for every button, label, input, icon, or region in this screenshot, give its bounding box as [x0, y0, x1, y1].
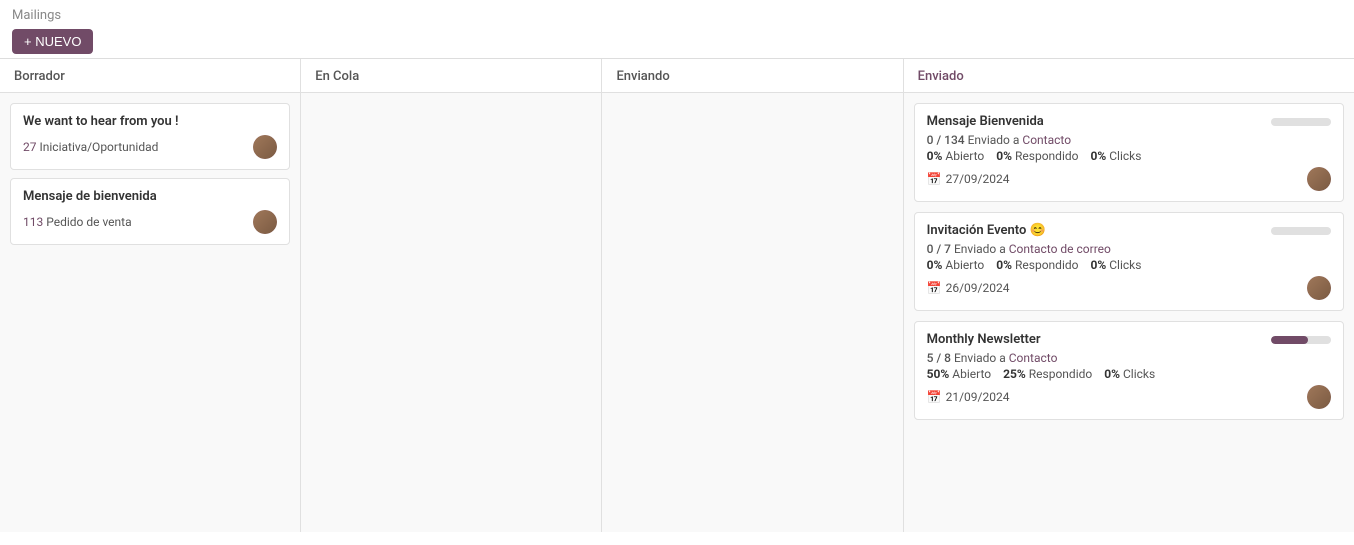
card-footer: 📅 21/09/2024: [927, 385, 1331, 409]
column-enviado: Enviado Mensaje Bienvenida 0 / 134 Enviado…: [904, 59, 1354, 532]
column-header-enviando: Enviando: [602, 59, 902, 93]
card-meta: 27 Iniciativa/Oportunidad: [23, 135, 277, 159]
sent-info: 5 / 8 Enviado a Contacto: [927, 351, 1331, 365]
column-en-cola: En Cola: [301, 59, 602, 532]
card-meta: 113 Pedido de venta: [23, 210, 277, 234]
kanban-board: Borrador We want to hear from you ! 27 Ini…: [0, 59, 1354, 532]
card-title: We want to hear from you !: [23, 114, 277, 129]
avatar: [1307, 167, 1331, 191]
card-title: Mensaje de bienvenida: [23, 189, 277, 204]
card-date: 📅 21/09/2024: [927, 390, 1010, 404]
page-header: Mailings + NUEVO: [0, 0, 1354, 59]
respondido-stat: 0% Respondido: [996, 258, 1078, 272]
abierto-stat: 0% Abierto: [927, 149, 985, 163]
enviado-card-title: Invitación Evento 😊: [927, 223, 1046, 238]
progress-bar-container: [1271, 336, 1331, 344]
enviado-card-header: Monthly Newsletter: [927, 332, 1331, 347]
column-body-enviando: [602, 93, 902, 532]
enviado-card[interactable]: Mensaje Bienvenida 0 / 134 Enviado a Cont…: [914, 103, 1344, 202]
column-body-enviado: Mensaje Bienvenida 0 / 134 Enviado a Cont…: [904, 93, 1354, 532]
mailing-card[interactable]: We want to hear from you ! 27 Iniciativa/…: [10, 103, 290, 170]
column-enviando: Enviando: [602, 59, 903, 532]
calendar-icon: 📅: [927, 281, 942, 295]
enviado-card[interactable]: Invitación Evento 😊 0 / 7 Enviado a Conta…: [914, 212, 1344, 311]
column-body-borrador: We want to hear from you ! 27 Iniciativa/…: [0, 93, 300, 532]
card-count: 113 Pedido de venta: [23, 215, 132, 229]
clicks-stat: 0% Clicks: [1090, 258, 1141, 272]
clicks-stat: 0% Clicks: [1104, 367, 1155, 381]
abierto-stat: 50% Abierto: [927, 367, 991, 381]
progress-bar-fill: [1271, 336, 1308, 344]
avatar: [253, 210, 277, 234]
mailing-card[interactable]: Mensaje de bienvenida 113 Pedido de venta: [10, 178, 290, 245]
enviado-card[interactable]: Monthly Newsletter 5 / 8 Enviado a Contac…: [914, 321, 1344, 420]
avatar: [1307, 276, 1331, 300]
sent-info: 0 / 134 Enviado a Contacto: [927, 133, 1331, 147]
abierto-stat: 0% Abierto: [927, 258, 985, 272]
card-date: 📅 26/09/2024: [927, 281, 1010, 295]
card-footer: 📅 26/09/2024: [927, 276, 1331, 300]
column-header-en-cola: En Cola: [301, 59, 601, 93]
enviado-card-title: Mensaje Bienvenida: [927, 114, 1044, 129]
column-header-borrador: Borrador: [0, 59, 300, 93]
respondido-stat: 0% Respondido: [996, 149, 1078, 163]
new-button[interactable]: + NUEVO: [12, 29, 93, 54]
page-title: Mailings: [12, 8, 1342, 23]
column-header-enviado: Enviado: [904, 59, 1354, 93]
calendar-icon: 📅: [927, 172, 942, 186]
column-body-en-cola: [301, 93, 601, 532]
card-footer: 📅 27/09/2024: [927, 167, 1331, 191]
stats-row: 50% Abierto 25% Respondido 0% Clicks: [927, 367, 1331, 381]
stats-row: 0% Abierto 0% Respondido 0% Clicks: [927, 258, 1331, 272]
column-borrador: Borrador We want to hear from you ! 27 Ini…: [0, 59, 301, 532]
calendar-icon: 📅: [927, 390, 942, 404]
respondido-stat: 25% Respondido: [1003, 367, 1092, 381]
clicks-stat: 0% Clicks: [1090, 149, 1141, 163]
progress-bar-container: [1271, 118, 1331, 126]
enviado-card-header: Invitación Evento 😊: [927, 223, 1331, 238]
sent-info: 0 / 7 Enviado a Contacto de correo: [927, 242, 1331, 256]
stats-row: 0% Abierto 0% Respondido 0% Clicks: [927, 149, 1331, 163]
avatar: [253, 135, 277, 159]
card-count: 27 Iniciativa/Oportunidad: [23, 140, 158, 154]
enviado-card-title: Monthly Newsletter: [927, 332, 1041, 347]
enviado-card-header: Mensaje Bienvenida: [927, 114, 1331, 129]
card-date: 📅 27/09/2024: [927, 172, 1010, 186]
progress-bar-container: [1271, 227, 1331, 235]
avatar: [1307, 385, 1331, 409]
